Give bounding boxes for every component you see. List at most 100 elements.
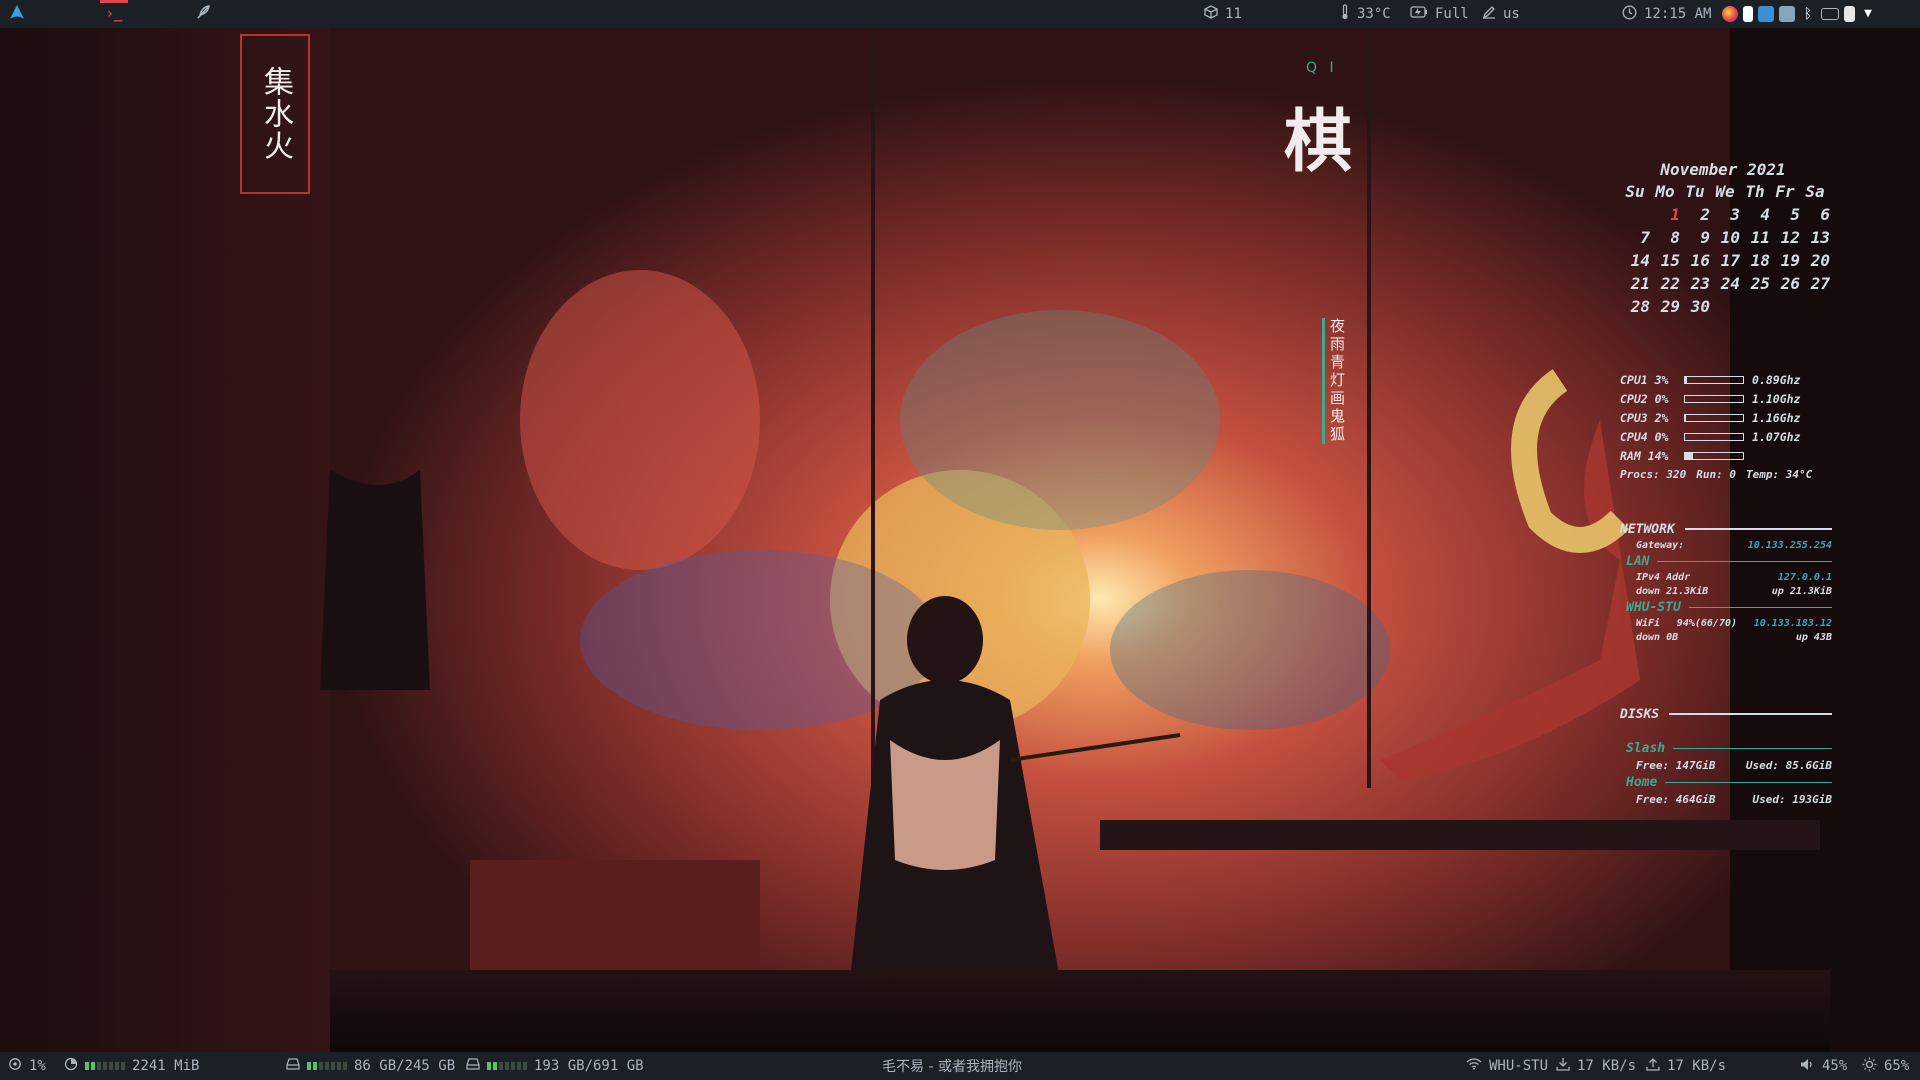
now-playing-text: 毛不易 - 或者我拥抱你 [882,1059,1022,1075]
wifi-ssid: WHU-STU [1489,1058,1549,1074]
ram-row: RAM 14% [1620,446,1840,465]
calendar-day: 25 [1750,274,1770,293]
ram-bar [1684,451,1744,460]
cpu-bar [1684,432,1744,441]
cpu-freq: 1.07Ghz [1752,429,1801,444]
cpu-indicator[interactable]: 1% [8,1052,46,1080]
download-indicator: 17 KB/s [1556,1052,1636,1080]
cpu-label: CPU3 2% [1620,410,1669,425]
calendar-grid: Su Mo Tu We Th Fr Sa 1 2 3 4 5 6 7 8 9 10 11 12 13 14 15 16 17 1… [1620,182,1830,316]
network-manager-icon[interactable] [1779,6,1795,22]
cpu-row: CPU2 0% 1.10Ghz [1620,389,1840,408]
home-usage-row: Free: 464GiB Used: 193GiB [1636,792,1832,806]
speaker-icon [1800,1058,1815,1075]
keyboard-layout-indicator[interactable]: us [1482,0,1520,28]
calendar-day: 1 [1670,205,1680,224]
wifi-title: WHU-STU [1620,598,1832,616]
cpu-row: CPU1 3% 0.89Ghz [1620,370,1840,389]
l-app-icon[interactable] [1743,6,1753,22]
procs-row: Procs: 320 Run: 0 Temp: 34°C [1620,465,1840,484]
cpu-freq: 1.10Ghz [1752,391,1801,406]
keyboard-layout-value: us [1503,6,1520,22]
upload-indicator: 17 KB/s [1646,1052,1726,1080]
hdd-icon [286,1058,300,1074]
clock[interactable]: 12:15 AM [1622,0,1711,28]
wifi-row: WiFi 94%(66/70) 10.133.183.12 [1636,617,1832,629]
ram-label: RAM 14% [1620,448,1669,463]
workspace-1[interactable] [0,0,34,28]
cpu-row: CPU3 2% 1.16Ghz [1620,408,1840,427]
calendar-day: 3 [1730,205,1740,224]
cpu-label: CPU1 3% [1620,372,1669,387]
upload-icon [1646,1057,1660,1075]
workspace-3[interactable] [186,0,220,28]
download-value: 17 KB/s [1577,1058,1637,1074]
wifi-tray-icon[interactable]: ▼ [1860,6,1876,22]
calendar-day: 21 [1630,274,1650,293]
keyboard-icon[interactable] [1821,8,1839,20]
calendar-day: 12 [1780,228,1800,247]
conky-network: NETWORK Gateway: 10.133.255.254 LAN IPv4 … [1620,520,1832,644]
calendar-day: 30 [1690,297,1710,316]
cpu-value: 1% [29,1058,46,1074]
battery-value: Full [1435,6,1469,22]
calendar-day: 22 [1660,274,1680,293]
wallpaper-title-latin: Q I [1306,60,1338,76]
lan-traffic-row: down 21.3KiB up 21.3KiB [1636,585,1832,597]
hdd-icon [466,1058,480,1074]
calendar-dow: Tu [1685,182,1705,201]
bottom-bar: 1% 2241 MiB 86 GB/245 GB 193 GB/691 GB 毛… [0,1052,1920,1080]
memory-value: 2241 MiB [132,1058,200,1074]
firefox-icon[interactable] [1722,6,1738,22]
disk-home-indicator[interactable]: 193 GB/691 GB [466,1052,644,1080]
lan-title: LAN [1620,552,1832,570]
bluetooth-icon[interactable]: ᛒ [1800,6,1816,22]
wifi-icon [1466,1058,1482,1074]
top-bar: ›_ 11 33°C Full us 12:15 AM ᛒ ▼ [0,0,1920,28]
cpu-freq: 1.16Ghz [1752,410,1801,425]
brightness-indicator[interactable]: 65% [1862,1052,1909,1080]
disk-root-bar [307,1062,347,1070]
usb-icon[interactable] [1844,6,1855,22]
cpu-chip-icon [8,1057,22,1075]
calendar-day: 29 [1660,297,1680,316]
conky-disks: DISKS Slash Free: 147GiB Used: 85.6GiB Ho… [1620,705,1832,807]
calendar-day: 14 [1630,251,1650,270]
battery-indicator[interactable]: Full [1410,0,1469,28]
temperature-indicator: 33°C [1340,0,1391,28]
disk-home-value: 193 GB/691 GB [534,1058,644,1074]
cpu-row: CPU4 0% 1.07Ghz [1620,427,1840,446]
calendar-day: 28 [1630,297,1650,316]
calendar-day: 13 [1810,228,1830,247]
calendar-day [1710,297,1740,316]
updates-indicator[interactable]: 11 [1204,0,1242,28]
now-playing[interactable]: 毛不易 - 或者我拥抱你 [882,1052,1022,1080]
updates-count: 11 [1225,6,1242,22]
vm-icon[interactable] [1758,6,1774,22]
calendar-day: 26 [1780,274,1800,293]
procs-value: Procs: 320 [1620,468,1687,481]
calendar-day: 5 [1790,205,1800,224]
calendar-dow: Th [1745,182,1765,201]
gateway-row: Gateway: 10.133.255.254 [1636,539,1832,551]
slash-usage-row: Free: 147GiB Used: 85.6GiB [1636,758,1832,772]
volume-value: 45% [1822,1058,1848,1074]
feather-icon [195,4,211,24]
calendar-dow: Fr [1775,182,1795,201]
disk-root-value: 86 GB/245 GB [354,1058,456,1074]
wallpaper-title-char: 棋 [1284,102,1353,182]
wifi-indicator[interactable]: WHU-STU [1466,1052,1548,1080]
calendar-day: 8 [1670,228,1680,247]
memory-indicator[interactable]: 2241 MiB [64,1052,199,1080]
volume-indicator[interactable]: 45% [1800,1052,1847,1080]
upload-value: 17 KB/s [1667,1058,1727,1074]
calendar-day: 4 [1760,205,1770,224]
download-icon [1556,1057,1570,1075]
wallpaper-vertical-caption: 夜雨青灯画鬼狐 [1322,318,1348,444]
calendar-dow: We [1715,182,1735,201]
workspace-2[interactable]: ›_ [86,0,142,28]
calendar-day: 23 [1690,274,1710,293]
calendar-day: 11 [1750,228,1770,247]
calendar-day: 9 [1700,228,1710,247]
disk-root-indicator[interactable]: 86 GB/245 GB [286,1052,455,1080]
